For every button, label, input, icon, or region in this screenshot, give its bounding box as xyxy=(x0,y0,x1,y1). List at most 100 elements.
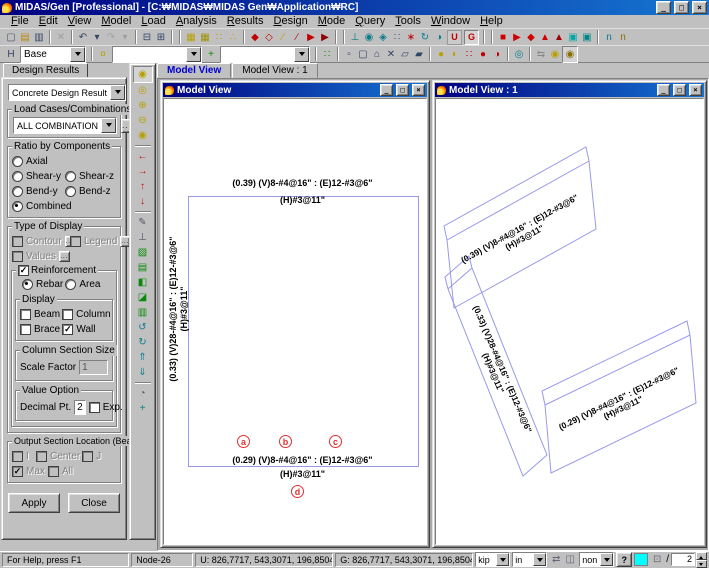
child2-maximize-button[interactable]: □ xyxy=(673,84,686,96)
top-view-icon[interactable]: ▤ xyxy=(134,260,152,275)
activate-icon[interactable]: ● xyxy=(434,47,448,62)
model-view-canvas[interactable]: (0.39) (V)8-#4@16" : (E)12-#3@6" (H)#3@1… xyxy=(163,98,427,545)
rotate-down-icon[interactable]: ⇓ xyxy=(134,365,152,380)
radio-area[interactable] xyxy=(65,279,76,290)
maximize-button[interactable]: □ xyxy=(674,1,689,14)
checkbox-reinforcement[interactable] xyxy=(18,265,29,276)
tab-model-view[interactable]: Model View xyxy=(157,63,231,78)
model-view-1-canvas[interactable]: (0.39) (V)8-#4@16" : (E)12-#3@6" (H)#3@1… xyxy=(435,98,704,545)
redraw-icon[interactable]: ⇆ xyxy=(534,47,548,62)
story-combobox-arrow-icon[interactable] xyxy=(70,47,85,62)
child2-minimize-button[interactable]: _ xyxy=(657,84,670,96)
query-node-icon[interactable]: ◉ xyxy=(362,30,376,45)
page-spinner-value[interactable]: 2 xyxy=(671,553,695,566)
radio-combined[interactable] xyxy=(12,201,23,212)
element-detail-icon[interactable]: ∗ xyxy=(404,30,418,45)
lock-icon[interactable]: ◉ xyxy=(562,46,578,63)
menu-edit[interactable]: Edit xyxy=(34,15,63,28)
pan-left-icon[interactable]: ← xyxy=(134,149,152,164)
point-grid-icon[interactable]: ∷ xyxy=(212,30,226,45)
child1-maximize-button[interactable]: □ xyxy=(396,84,409,96)
active-previous-icon[interactable]: ◑ xyxy=(490,47,504,62)
unit-force-arrow-icon[interactable] xyxy=(496,553,509,566)
checkbox-wall[interactable] xyxy=(62,324,73,335)
menu-view[interactable]: View xyxy=(63,15,97,28)
menu-query[interactable]: Query xyxy=(350,15,390,28)
select-polygon-icon[interactable]: ⌂ xyxy=(370,47,384,62)
construction-stage-icon[interactable]: ◫ xyxy=(563,552,577,567)
shrink-view-icon[interactable]: ▶ xyxy=(510,30,524,45)
close-panel-button[interactable]: Close xyxy=(68,493,120,513)
result-type-arrow-icon[interactable] xyxy=(110,85,125,100)
radio-axial[interactable] xyxy=(12,156,23,167)
select-plane-icon[interactable]: ▱ xyxy=(398,47,412,62)
print-icon[interactable]: ⊟ xyxy=(140,30,154,45)
decimal-pt-input[interactable]: 2 xyxy=(74,400,86,415)
radio-shear-z[interactable] xyxy=(65,171,76,182)
menu-analysis[interactable]: Analysis xyxy=(171,15,222,28)
view-dynamic-icon[interactable]: ◑ xyxy=(432,30,446,45)
menu-help[interactable]: Help xyxy=(475,15,508,28)
element-snap-icon[interactable]: ◇ xyxy=(262,30,276,45)
zoom-out-icon[interactable]: ⊖ xyxy=(134,113,152,128)
norm-arrow-icon[interactable] xyxy=(600,553,613,566)
menu-results[interactable]: Results xyxy=(222,15,269,28)
named-plane-icon[interactable]: ¤ xyxy=(96,47,110,62)
group-filter-icon[interactable]: ∷ xyxy=(320,47,334,62)
norm-combobox[interactable]: non xyxy=(579,552,614,567)
rotate-right-icon[interactable]: ↻ xyxy=(134,335,152,350)
assign-select-icon[interactable]: ▶ xyxy=(304,30,318,45)
menu-window[interactable]: Window xyxy=(426,15,475,28)
render-mode-icon[interactable]: ✎ xyxy=(134,215,152,230)
undo-icon[interactable]: ↶ xyxy=(76,30,90,45)
unit-force-combobox[interactable]: kip xyxy=(475,552,510,567)
pan-up-icon[interactable]: ↑ xyxy=(134,179,152,194)
unlock-icon[interactable]: ◉ xyxy=(548,47,562,62)
spinner-up-icon[interactable] xyxy=(696,552,707,560)
page-spinner[interactable]: 2 xyxy=(671,552,707,568)
named-plane-combobox-arrow-icon[interactable] xyxy=(186,47,201,62)
zoom-window-icon[interactable]: ◎ xyxy=(134,83,152,98)
node-number-icon[interactable]: n xyxy=(602,30,616,45)
ucs-combobox[interactable] xyxy=(220,46,310,63)
named-plane-combobox[interactable] xyxy=(112,46,202,63)
save-file-icon[interactable]: ▥ xyxy=(32,30,46,45)
grid-icon[interactable]: ▦ xyxy=(184,30,198,45)
checkbox-column[interactable] xyxy=(62,309,73,320)
apply-button[interactable]: Apply xyxy=(8,493,60,513)
child1-minimize-button[interactable]: _ xyxy=(380,84,393,96)
unit-length-arrow-icon[interactable] xyxy=(533,553,546,566)
radio-rebar[interactable] xyxy=(22,279,33,290)
select-window-icon[interactable]: ▢ xyxy=(356,47,370,62)
pan-down-icon[interactable]: ↓ xyxy=(134,194,152,209)
element-number-icon[interactable]: n xyxy=(616,30,630,45)
select-identity-icon[interactable]: ▫ xyxy=(342,47,356,62)
undo-list-icon[interactable]: ▾ xyxy=(90,30,104,45)
gcs-toggle-icon[interactable]: G xyxy=(464,30,479,45)
right-view-icon[interactable]: ◪ xyxy=(134,290,152,305)
create-element-icon[interactable]: ∕ xyxy=(290,30,304,45)
checkbox-exp[interactable] xyxy=(89,402,100,413)
inactivate-icon[interactable]: ◐ xyxy=(448,47,462,62)
result-type-combobox[interactable]: Concrete Design Result xyxy=(8,84,126,101)
zoom-fit-icon[interactable]: ◉ xyxy=(133,66,153,83)
render-option-icon[interactable]: ▲ xyxy=(552,30,566,45)
rotate-dynamic-icon[interactable]: ↻ xyxy=(418,30,432,45)
rotate-up-icon[interactable]: ⇑ xyxy=(134,350,152,365)
checkbox-brace[interactable] xyxy=(20,324,31,335)
print-preview-icon[interactable]: ⊞ xyxy=(154,30,168,45)
front-view-icon[interactable]: ▥ xyxy=(134,305,152,320)
zoom-dynamic-icon[interactable]: ◔ xyxy=(134,386,152,401)
grid-snap-icon[interactable]: ▦ xyxy=(198,30,212,45)
menu-load[interactable]: Load xyxy=(136,15,170,28)
point-grid-snap-icon[interactable]: ∴ xyxy=(226,30,240,45)
context-help-button[interactable]: ? xyxy=(616,552,632,567)
new-project-icon[interactable]: ▢ xyxy=(4,30,18,45)
close-button[interactable]: × xyxy=(692,1,707,14)
color-swatch[interactable] xyxy=(634,553,648,566)
create-node-icon[interactable]: ∕ xyxy=(276,30,290,45)
active-all-icon[interactable]: ◎ xyxy=(512,47,526,62)
checkbox-beam[interactable] xyxy=(20,309,31,320)
pan-dynamic-icon[interactable]: + xyxy=(134,401,152,416)
load-combination-combobox[interactable]: ALL COMBINATION xyxy=(13,117,117,134)
